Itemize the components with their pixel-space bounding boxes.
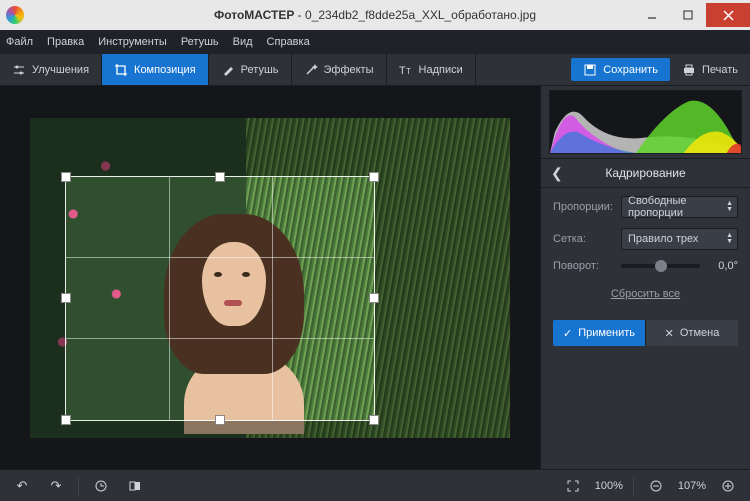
zoom-out-button[interactable] — [644, 474, 668, 498]
crop-handle-ml[interactable] — [61, 293, 71, 303]
histogram — [549, 90, 742, 154]
panel-title: Кадрирование — [605, 166, 685, 180]
maximize-button[interactable] — [670, 3, 706, 27]
svg-text:T: T — [399, 65, 406, 77]
wand-icon — [304, 63, 318, 77]
save-icon — [583, 63, 597, 77]
proportions-label: Пропорции: — [553, 201, 613, 213]
app-logo-icon — [6, 6, 24, 24]
window-title: ФотоМАСТЕР - 0_234db2_f8dde25a_XXL_обраб… — [214, 8, 536, 22]
crop-handle-tm[interactable] — [215, 172, 225, 182]
sliders-icon — [12, 63, 26, 77]
brush-icon — [221, 63, 235, 77]
undo-button[interactable]: ↶ — [10, 474, 34, 498]
slider-thumb[interactable] — [655, 260, 667, 272]
crop-handle-tl[interactable] — [61, 172, 71, 182]
compare-button[interactable] — [123, 474, 147, 498]
grid-label: Сетка: — [553, 233, 613, 245]
save-button[interactable]: Сохранить — [571, 58, 670, 81]
rotate-value: 0,0° — [708, 260, 738, 272]
crop-handle-bm[interactable] — [215, 415, 225, 425]
crop-handle-bl[interactable] — [61, 415, 71, 425]
menu-retouch[interactable]: Ретушь — [181, 36, 219, 48]
photo-preview — [30, 118, 510, 438]
menu-bar: Файл Правка Инструменты Ретушь Вид Справ… — [0, 30, 750, 54]
history-button[interactable] — [89, 474, 113, 498]
back-button[interactable]: ❮ — [551, 165, 563, 182]
menu-instruments[interactable]: Инструменты — [98, 36, 167, 48]
status-bar: ↶ ↷ 100% 107% — [0, 469, 750, 501]
cancel-button[interactable]: ✕ Отмена — [645, 320, 738, 346]
main-toolbar: Улучшения Композиция Ретушь Эффекты TT Н… — [0, 54, 750, 86]
crop-handle-mr[interactable] — [369, 293, 379, 303]
grid-select[interactable]: Правило трех ▲▼ — [621, 228, 738, 250]
tab-effects[interactable]: Эффекты — [292, 54, 387, 85]
stepper-arrows-icon: ▲▼ — [726, 201, 733, 213]
tab-retouch[interactable]: Ретушь — [209, 54, 292, 85]
side-panel: ❮ Кадрирование Пропорции: Свободные проп… — [540, 86, 750, 469]
crop-handle-tr[interactable] — [369, 172, 379, 182]
crop-icon — [114, 63, 128, 77]
reset-link[interactable]: Сбросить все — [553, 288, 738, 300]
title-bar: ФотоМАСТЕР - 0_234db2_f8dde25a_XXL_обраб… — [0, 0, 750, 30]
panel-header: ❮ Кадрирование — [541, 158, 750, 188]
text-icon: TT — [399, 63, 413, 77]
tab-text[interactable]: TT Надписи — [387, 54, 476, 85]
canvas-area[interactable] — [0, 86, 540, 469]
print-button[interactable]: Печать — [670, 54, 750, 85]
rotate-label: Поворот: — [553, 260, 613, 272]
tab-composition[interactable]: Композиция — [102, 54, 209, 85]
menu-view[interactable]: Вид — [233, 36, 253, 48]
svg-text:T: T — [406, 67, 411, 76]
crop-handle-br[interactable] — [369, 415, 379, 425]
menu-edit[interactable]: Правка — [47, 36, 84, 48]
crop-frame[interactable] — [65, 176, 375, 421]
fit-screen-button[interactable] — [561, 474, 585, 498]
close-button[interactable] — [706, 3, 750, 27]
apply-button[interactable]: ✓ Применить — [553, 320, 645, 346]
rotate-slider[interactable] — [621, 264, 700, 268]
menu-help[interactable]: Справка — [267, 36, 310, 48]
stepper-arrows-icon: ▲▼ — [726, 233, 733, 245]
minimize-button[interactable] — [634, 3, 670, 27]
proportions-select[interactable]: Свободные пропорции ▲▼ — [621, 196, 738, 218]
zoom-in-button[interactable] — [716, 474, 740, 498]
menu-file[interactable]: Файл — [6, 36, 33, 48]
zoom-fit-value: 100% — [595, 480, 623, 492]
print-icon — [682, 63, 696, 77]
zoom-value: 107% — [678, 480, 706, 492]
x-icon: ✕ — [665, 327, 674, 340]
redo-button[interactable]: ↷ — [44, 474, 68, 498]
check-icon: ✓ — [563, 327, 572, 340]
tab-enhance[interactable]: Улучшения — [0, 54, 102, 85]
